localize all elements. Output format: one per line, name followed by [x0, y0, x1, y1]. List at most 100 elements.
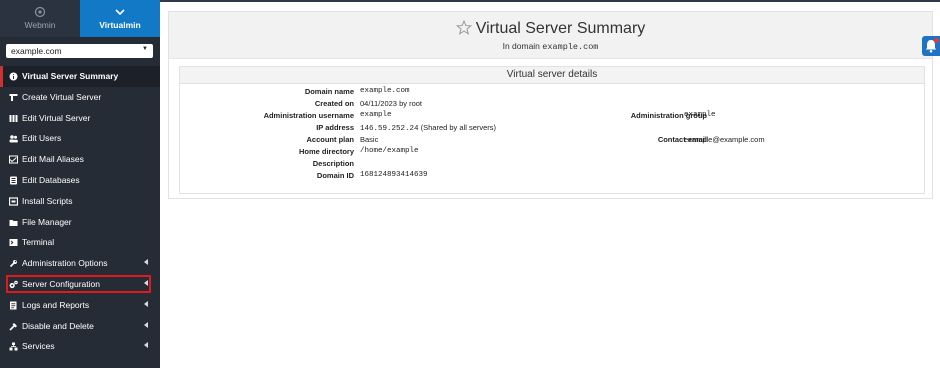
main-content: Virtual Server Summary In domain example… [160, 2, 940, 368]
select-caret-icon: ▼ [142, 46, 148, 52]
domain-name-label: Domain name [304, 87, 354, 96]
sidebar-item-terminal[interactable]: Terminal [0, 232, 160, 253]
create-icon [9, 93, 18, 101]
info-icon [9, 72, 18, 81]
sidebar-item-label: Server Configuration [22, 278, 100, 289]
sidebar-item-label: Terminal [22, 237, 55, 248]
sidebar-item-label: Administration Options [22, 258, 108, 269]
description-label: Description [312, 159, 354, 168]
tab-webmin[interactable]: Webmin [0, 0, 80, 37]
details-table: Virtual server details Domain name examp… [179, 66, 925, 194]
sidebar-item-label: Services [22, 341, 55, 352]
ip-address-value-wrap: 146.59.252.24 (Shared by all servers) [360, 123, 496, 133]
sidebar-item-edit-users[interactable]: Edit Users [0, 128, 160, 149]
summary-header: Virtual Server Summary In domain example… [169, 12, 932, 59]
submenu-arrow-icon [144, 321, 148, 328]
sidebar-item-label: Edit Virtual Server [22, 112, 91, 123]
sidebar-item-label: Disable and Delete [22, 320, 94, 331]
admin-username-value: example [360, 111, 392, 119]
sidebar-item-services[interactable]: Services [0, 336, 160, 357]
sidebar-item-administration-options[interactable]: Administration Options [0, 253, 160, 274]
created-on-label: Created on [314, 99, 354, 108]
submenu-arrow-icon [144, 279, 148, 286]
submenu-arrow-icon [144, 342, 148, 349]
home-directory-value: /home/example [360, 147, 419, 155]
sidebar-item-label: Edit Mail Aliases [22, 154, 84, 165]
tab-webmin-label: Webmin [24, 20, 56, 30]
details-heading: Virtual server details [180, 67, 924, 84]
notification-dot [934, 38, 939, 43]
sidebar-item-virtual-server-summary[interactable]: Virtual Server Summary [0, 66, 160, 87]
services-icon [9, 342, 18, 351]
domain-id-label: Domain ID [316, 171, 354, 180]
row-account-plan: Account plan Basic Contact email example… [180, 135, 924, 147]
domain-select[interactable]: example.com ▼ [6, 44, 153, 58]
terminal-icon [9, 239, 18, 247]
row-created-on: Created on 04/11/2023 by root [180, 99, 924, 111]
sidebar-item-edit-databases[interactable]: Edit Databases [0, 170, 160, 191]
summary-panel: Virtual Server Summary In domain example… [168, 11, 933, 199]
page-title-text: Virtual Server Summary [475, 20, 646, 37]
home-directory-label: Home directory [298, 147, 354, 156]
account-plan-label: Account plan [306, 135, 354, 144]
row-home-directory: Home directory /home/example [180, 147, 924, 159]
created-on-value: 04/11/2023 by root [360, 99, 422, 108]
admin-group-value: example [684, 111, 716, 119]
sidebar-item-create-virtual-server[interactable]: Create Virtual Server [0, 87, 160, 108]
star-icon[interactable] [455, 20, 472, 35]
sidebar-item-label: Create Virtual Server [22, 91, 102, 102]
sidebar-item-file-manager[interactable]: File Manager [0, 212, 160, 233]
page-title: Virtual Server Summary [169, 20, 932, 38]
submenu-arrow-icon [144, 300, 148, 307]
row-domain-name: Domain name example.com [180, 87, 924, 99]
tab-virtualmin-label: Virtualmin [99, 20, 141, 30]
ip-address-note: (Shared by all servers) [420, 123, 497, 132]
admin-group-label: Administration group [630, 111, 707, 120]
webmin-logo-icon [34, 6, 46, 18]
logs-icon [10, 301, 17, 310]
sidebar-item-logs-and-reports[interactable]: Logs and Reports [0, 295, 160, 316]
domain-name-value: example.com [360, 87, 410, 95]
domain-select-value: example.com [11, 46, 62, 56]
ip-address-value: 146.59.252.24 [360, 125, 419, 133]
folder-icon [9, 219, 18, 226]
subtitle-domain: example.com [542, 42, 599, 52]
domain-id-value: 168124893414639 [360, 171, 428, 179]
database-icon [10, 176, 17, 185]
sidebar-menu: Virtual Server Summary Create Virtual Ser… [0, 66, 160, 357]
sidebar-item-disable-and-delete[interactable]: Disable and Delete [0, 316, 160, 337]
row-ip-address: IP address 146.59.252.24 (Shared by all … [180, 123, 924, 135]
sidebar-item-label: Virtual Server Summary [22, 71, 119, 81]
users-icon [9, 135, 18, 143]
sidebar-item-label: Install Scripts [22, 195, 73, 206]
row-domain-id: Domain ID 168124893414639 [180, 171, 924, 183]
sidebar-item-label: File Manager [22, 216, 72, 227]
mail-alias-icon [9, 155, 18, 164]
scripts-icon [9, 197, 18, 206]
sidebar-item-label: Edit Databases [22, 174, 80, 185]
sidebar-item-server-configuration[interactable]: Server Configuration [0, 274, 160, 295]
edit-server-icon [9, 114, 18, 122]
sidebar-item-install-scripts[interactable]: Install Scripts [0, 191, 160, 212]
account-plan-value: Basic [360, 135, 379, 144]
subtitle-prefix: In domain [502, 41, 540, 51]
row-admin-username: Administration username example Administ… [180, 111, 924, 123]
contact-email-label: Contact email [657, 135, 707, 144]
tab-virtualmin[interactable]: Virtualmin [80, 0, 160, 37]
sidebar-item-edit-virtual-server[interactable]: Edit Virtual Server [0, 108, 160, 129]
disable-icon [9, 322, 17, 331]
page-subtitle: In domain example.com [169, 41, 932, 52]
gears-icon [9, 280, 18, 289]
product-tabs: Webmin Virtualmin [0, 0, 160, 37]
sidebar-item-edit-mail-aliases[interactable]: Edit Mail Aliases [0, 149, 160, 170]
ip-address-label: IP address [316, 123, 354, 132]
sidebar-item-label: Logs and Reports [22, 299, 90, 310]
admin-username-label: Administration username [263, 111, 354, 120]
row-description: Description [180, 159, 924, 171]
chevron-down-icon [115, 9, 125, 16]
sidebar: Webmin Virtualmin example.com ▼ Virtual … [0, 0, 160, 368]
submenu-arrow-icon [144, 259, 148, 266]
contact-email-value: example@example.com [684, 135, 765, 144]
wrench-icon [9, 260, 17, 268]
notifications-button[interactable] [922, 36, 940, 56]
